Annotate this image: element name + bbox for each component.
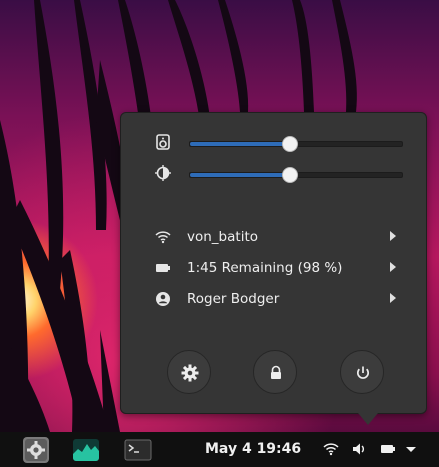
- wifi-icon: [155, 231, 171, 244]
- chevron-right-icon: [390, 293, 396, 303]
- volume-slider-fill: [190, 142, 290, 146]
- lock-button[interactable]: [253, 350, 297, 394]
- system-settings-icon: [23, 437, 49, 463]
- taskbar: May 4 19:46: [0, 432, 439, 467]
- volume-slider-row: [121, 131, 428, 155]
- tray-wifi-icon[interactable]: [323, 442, 339, 456]
- menu-pointer-arrow: [358, 413, 378, 425]
- brightness-slider-fill: [190, 173, 290, 177]
- brightness-icon: [155, 165, 171, 181]
- taskbar-app-system-monitor[interactable]: [72, 436, 100, 464]
- speaker-icon: [156, 134, 170, 150]
- chevron-right-icon: [390, 231, 396, 241]
- brightness-slider-knob[interactable]: [281, 167, 298, 183]
- battery-status-label: 1:45 Remaining (98 %): [187, 260, 343, 276]
- brightness-slider-row: [121, 162, 428, 186]
- settings-icon: [181, 364, 199, 382]
- system-menu: von_batito 1:45 Remaining (98 %) Roger B…: [120, 112, 427, 414]
- chevron-right-icon: [390, 262, 396, 272]
- power-icon: [356, 366, 370, 379]
- desktop-wallpaper: von_batito 1:45 Remaining (98 %) Roger B…: [0, 0, 439, 467]
- menu-item-battery[interactable]: 1:45 Remaining (98 %): [121, 254, 428, 282]
- tray-battery-icon[interactable]: [380, 442, 396, 456]
- user-icon: [156, 292, 170, 306]
- tray-volume-icon[interactable]: [352, 442, 368, 456]
- clock-datetime[interactable]: May 4 19:46: [205, 441, 301, 457]
- battery-icon: [156, 264, 170, 272]
- menu-item-wifi[interactable]: von_batito: [121, 223, 428, 251]
- lock-icon: [271, 365, 281, 379]
- user-name-label: Roger Bodger: [187, 291, 280, 307]
- wifi-network-label: von_batito: [187, 229, 258, 245]
- volume-slider[interactable]: [189, 136, 403, 152]
- menu-item-user[interactable]: Roger Bodger: [121, 285, 428, 313]
- system-monitor-icon: [73, 439, 99, 461]
- terminal-icon: [124, 439, 152, 461]
- taskbar-app-terminal[interactable]: [124, 436, 152, 464]
- settings-button[interactable]: [167, 350, 211, 394]
- brightness-slider[interactable]: [189, 167, 403, 183]
- menu-arrow-icon[interactable]: [405, 442, 417, 456]
- taskbar-app-settings[interactable]: [22, 436, 50, 464]
- power-button[interactable]: [340, 350, 384, 394]
- volume-slider-knob[interactable]: [281, 136, 298, 152]
